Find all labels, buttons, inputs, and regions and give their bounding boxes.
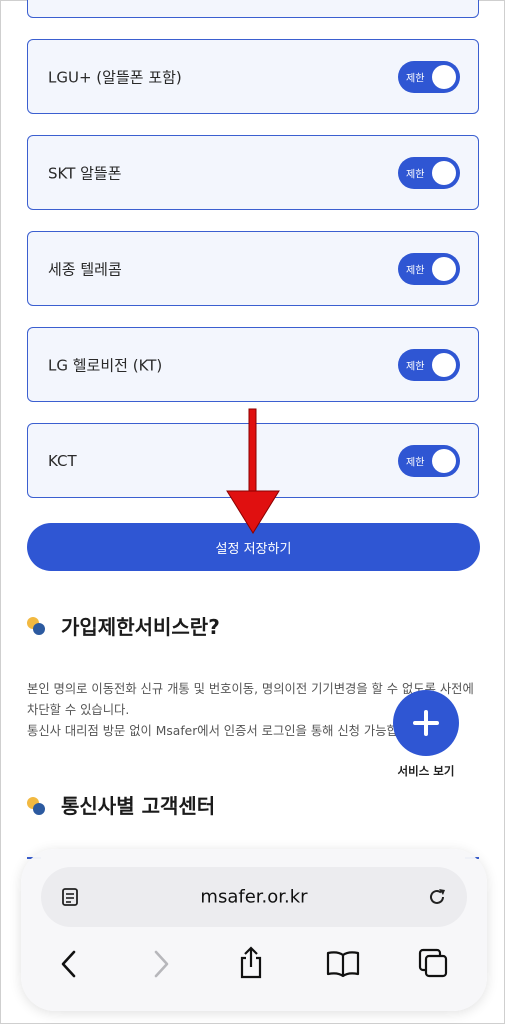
red-arrow-annotation — [226, 408, 280, 534]
forward-icon[interactable] — [149, 949, 173, 979]
toggle-label: 제한 — [406, 457, 425, 468]
section-title: 통신사별 고객센터 — [61, 794, 216, 818]
carrier-label: KCT — [48, 451, 77, 470]
plus-icon — [413, 710, 439, 736]
share-icon[interactable] — [235, 945, 267, 981]
toggle-label: 제한 — [406, 361, 425, 372]
carrier-label: LG 헬로비전 (KT) — [48, 356, 163, 374]
service-view-label: 서비스 보기 — [397, 764, 455, 778]
url-text: msafer.or.kr — [200, 886, 308, 908]
tabs-icon[interactable] — [417, 947, 449, 979]
carrier-card-partial — [27, 0, 479, 18]
carrier-card: 세종 텔레콤 제한 — [27, 231, 479, 306]
toggle-knob — [432, 256, 456, 281]
toggle-knob — [432, 160, 456, 185]
restrict-toggle[interactable]: 제한 — [398, 60, 460, 93]
toggle-knob — [432, 352, 456, 377]
restrict-toggle[interactable]: 제한 — [398, 252, 460, 285]
carrier-card: SKT 알뜰폰 제한 — [27, 135, 479, 210]
toggle-knob — [432, 448, 456, 473]
restrict-toggle[interactable]: 제한 — [398, 444, 460, 477]
carrier-card: LGU+ (알뜰폰 포함) 제한 — [27, 39, 479, 114]
restrict-toggle[interactable]: 제한 — [398, 348, 460, 381]
reload-icon[interactable] — [425, 885, 449, 909]
toggle-knob — [432, 64, 456, 89]
section-bullet-icon — [27, 617, 47, 637]
carrier-label: SKT 알뜰폰 — [48, 164, 122, 182]
back-icon[interactable] — [57, 949, 81, 979]
carrier-card: LG 헬로비전 (KT) 제한 — [27, 327, 479, 402]
carrier-label: LGU+ (알뜰폰 포함) — [48, 68, 182, 86]
toggle-label: 제한 — [406, 73, 425, 84]
carrier-label: 세종 텔레콤 — [48, 260, 122, 278]
browser-toolbar: msafer.or.kr — [21, 849, 487, 1011]
toggle-label: 제한 — [406, 265, 425, 276]
section-bullet-icon — [27, 797, 47, 817]
restrict-toggle[interactable]: 제한 — [398, 156, 460, 189]
service-view-button[interactable] — [393, 690, 459, 756]
bookmarks-icon[interactable] — [325, 949, 361, 979]
address-bar[interactable]: msafer.or.kr — [41, 867, 467, 927]
toggle-label: 제한 — [406, 169, 425, 180]
section-title: 가입제한서비스란? — [61, 615, 220, 639]
